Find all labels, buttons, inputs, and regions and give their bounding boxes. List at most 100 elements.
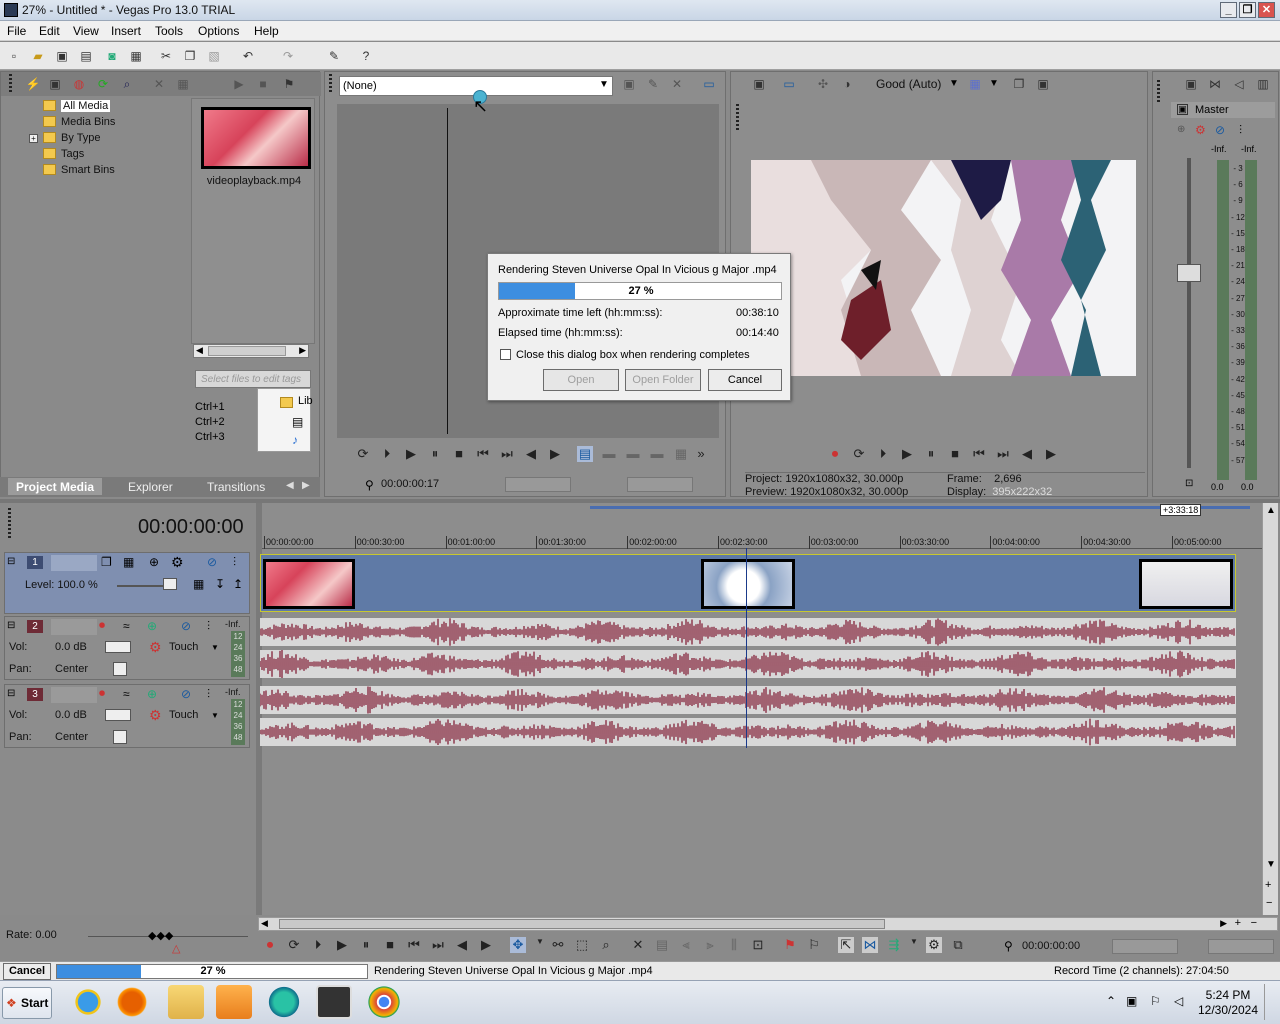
taskbar-clock[interactable]: 5:24 PM 12/30/2024 [1196, 988, 1260, 1018]
zoom-out-icon[interactable]: − [1266, 897, 1272, 909]
solo-icon[interactable]: ⫶ [207, 619, 210, 634]
invert-phase-icon[interactable]: ≈ [123, 687, 130, 701]
go-to-end-icon[interactable]: ⏭ [430, 937, 446, 953]
lock-icon[interactable]: ⊡ [750, 937, 766, 953]
open-folder-button[interactable]: Open Folder [625, 369, 701, 391]
chevron-down-icon[interactable]: ▼ [532, 937, 548, 946]
mixer-insert-icon[interactable]: ⋈ [1207, 76, 1223, 92]
play-from-start-icon[interactable]: ⏵ [875, 446, 891, 462]
play-icon[interactable]: ▶ [403, 446, 419, 462]
collapse-icon[interactable]: ⊟ [7, 556, 15, 567]
expand-icon[interactable]: + [29, 134, 38, 143]
composite-mode-icon[interactable]: ❐ [101, 555, 112, 569]
media-thumbnail[interactable] [201, 107, 311, 169]
tree-smart-bins[interactable]: Smart Bins [61, 164, 115, 176]
invert-phase-icon[interactable]: ≈ [123, 619, 130, 633]
trim-icon[interactable]: ▦ [673, 446, 689, 462]
record-icon[interactable]: ⏺ [262, 937, 278, 953]
dock-grip[interactable] [329, 74, 332, 94]
copy-snapshot-icon[interactable]: ❐ [1011, 76, 1027, 92]
previous-frame-icon[interactable]: ◀ [523, 446, 539, 462]
scroll-down-icon[interactable]: ▼ [1266, 859, 1276, 870]
next-frame-icon[interactable]: ▶ [547, 446, 563, 462]
tree-by-type[interactable]: By Type [61, 132, 101, 144]
loop-icon[interactable]: ⟳ [851, 446, 867, 462]
tree-all-media[interactable]: All Media [61, 100, 111, 112]
empty-timeline-area[interactable] [262, 760, 1262, 915]
tab-scroll-left-icon[interactable]: ◀ [286, 480, 294, 491]
paste-icon[interactable]: ▧ [206, 48, 222, 64]
preview-quality[interactable]: Good (Auto) [876, 77, 941, 91]
horizontal-scrollbar[interactable]: ◀ ▶ [193, 344, 309, 358]
go-to-start-icon[interactable]: ⏮ [475, 446, 491, 462]
audio-waveform[interactable] [260, 618, 1236, 646]
tab-scroll-right-icon[interactable]: ▶ [302, 480, 310, 491]
dock-grip[interactable] [1157, 80, 1160, 104]
delete-icon[interactable]: ✕ [630, 937, 646, 953]
menu-insert[interactable]: Insert [111, 24, 141, 38]
audio-track-header[interactable]: ⊟ 3 ⏺ ≈ ⊕ ⊘ ⫶ -Inf. Vol: 0.0 dB ⚙ Touch … [4, 684, 250, 748]
mute-icon[interactable]: ⊘ [1215, 123, 1225, 137]
go-to-start-icon[interactable]: ⏮ [406, 937, 422, 953]
zoom-out-icon[interactable]: − [1251, 917, 1257, 929]
trim-icon[interactable]: ▬ [625, 446, 641, 461]
minimize-button[interactable]: _ [1220, 2, 1237, 18]
play-icon[interactable]: ▶ [899, 446, 915, 462]
volume-icon[interactable]: ◁ [1174, 994, 1183, 1008]
selection-length-field[interactable] [1208, 939, 1274, 954]
audio-waveform[interactable] [260, 686, 1236, 714]
arm-record-icon[interactable]: ⏺ [99, 618, 105, 633]
shortcut-ctrl-1[interactable]: Ctrl+1 [195, 400, 225, 415]
solo-icon[interactable]: ⫶ [233, 555, 236, 570]
show-desktop-button[interactable] [1264, 984, 1278, 1020]
mute-icon[interactable]: ⊘ [181, 687, 191, 701]
pan-slider[interactable] [113, 662, 127, 676]
track-name-field[interactable] [51, 687, 97, 703]
pause-icon[interactable]: ⏸ [923, 446, 939, 462]
new-file-icon[interactable]: ▫ [6, 48, 22, 64]
collapse-icon[interactable]: ⊟ [7, 688, 15, 699]
mixer-properties-icon[interactable]: ▣ [1183, 76, 1199, 92]
volume-slider[interactable] [105, 709, 131, 721]
trim-start-icon[interactable]: ⫷ [678, 937, 694, 953]
video-clip-thumbnail[interactable] [263, 559, 355, 609]
menu-view[interactable]: View [73, 24, 99, 38]
routing-icon[interactable]: ⊕ [149, 555, 159, 569]
selection-start-field[interactable] [1112, 939, 1178, 954]
rate-slider-handle[interactable]: ◆◆◆ [148, 929, 173, 942]
media-fx-icon[interactable]: ▦ [175, 76, 191, 92]
render-icon[interactable]: ◙ [104, 48, 120, 64]
timeline-ruler[interactable]: 00:00:00:00 00:00:30:00 00:01:00:00 00:01:3… [262, 516, 1262, 552]
dock-grip[interactable] [736, 104, 739, 132]
parent-icon[interactable]: ↧ [215, 577, 225, 591]
menu-tools[interactable]: Tools [155, 24, 183, 38]
automation-icon[interactable]: ⚙ [149, 639, 162, 656]
ignore-grouping-icon[interactable]: ⧉ [950, 937, 966, 953]
help-icon[interactable]: ? [358, 48, 374, 64]
status-cancel-button[interactable]: Cancel [3, 963, 51, 980]
insert-marker-icon[interactable]: ⚑ [782, 937, 798, 953]
messenger-icon[interactable] [266, 985, 302, 1019]
previous-frame-icon[interactable]: ◀ [454, 937, 470, 953]
loop-icon[interactable]: ⟳ [355, 446, 371, 462]
insert-region-icon[interactable]: ⚐ [806, 937, 822, 953]
restore-button[interactable]: ❐ [1239, 2, 1256, 18]
chevron-down-icon[interactable]: ▼ [949, 78, 959, 89]
auto-ripple-icon[interactable]: ⇶ [886, 937, 902, 953]
trim-icon[interactable]: ▬ [601, 446, 617, 461]
remove-icon[interactable]: ✕ [151, 76, 167, 92]
show-hidden-icons-icon[interactable]: ⌃ [1106, 994, 1116, 1008]
solo-icon[interactable]: ⫶ [207, 687, 210, 702]
zoom-tool-icon[interactable]: ⌕ [598, 937, 614, 953]
add-to-timeline-icon[interactable]: ▤ [577, 446, 593, 462]
trimmer-close-icon[interactable]: ✕ [669, 76, 685, 92]
video-clip-thumbnail[interactable] [701, 559, 795, 609]
enable-snapping-icon[interactable]: ⇱ [838, 937, 854, 953]
scroll-right-icon[interactable]: ▶ [1220, 918, 1227, 929]
split-screen-icon[interactable]: ◑ [839, 76, 855, 92]
level-slider[interactable] [163, 578, 177, 590]
next-frame-icon[interactable]: ▶ [478, 937, 494, 953]
chevron-down-icon[interactable]: ▼ [906, 937, 922, 946]
overlays-icon[interactable]: ▦ [967, 76, 983, 92]
properties-icon[interactable]: ▦ [128, 48, 144, 64]
